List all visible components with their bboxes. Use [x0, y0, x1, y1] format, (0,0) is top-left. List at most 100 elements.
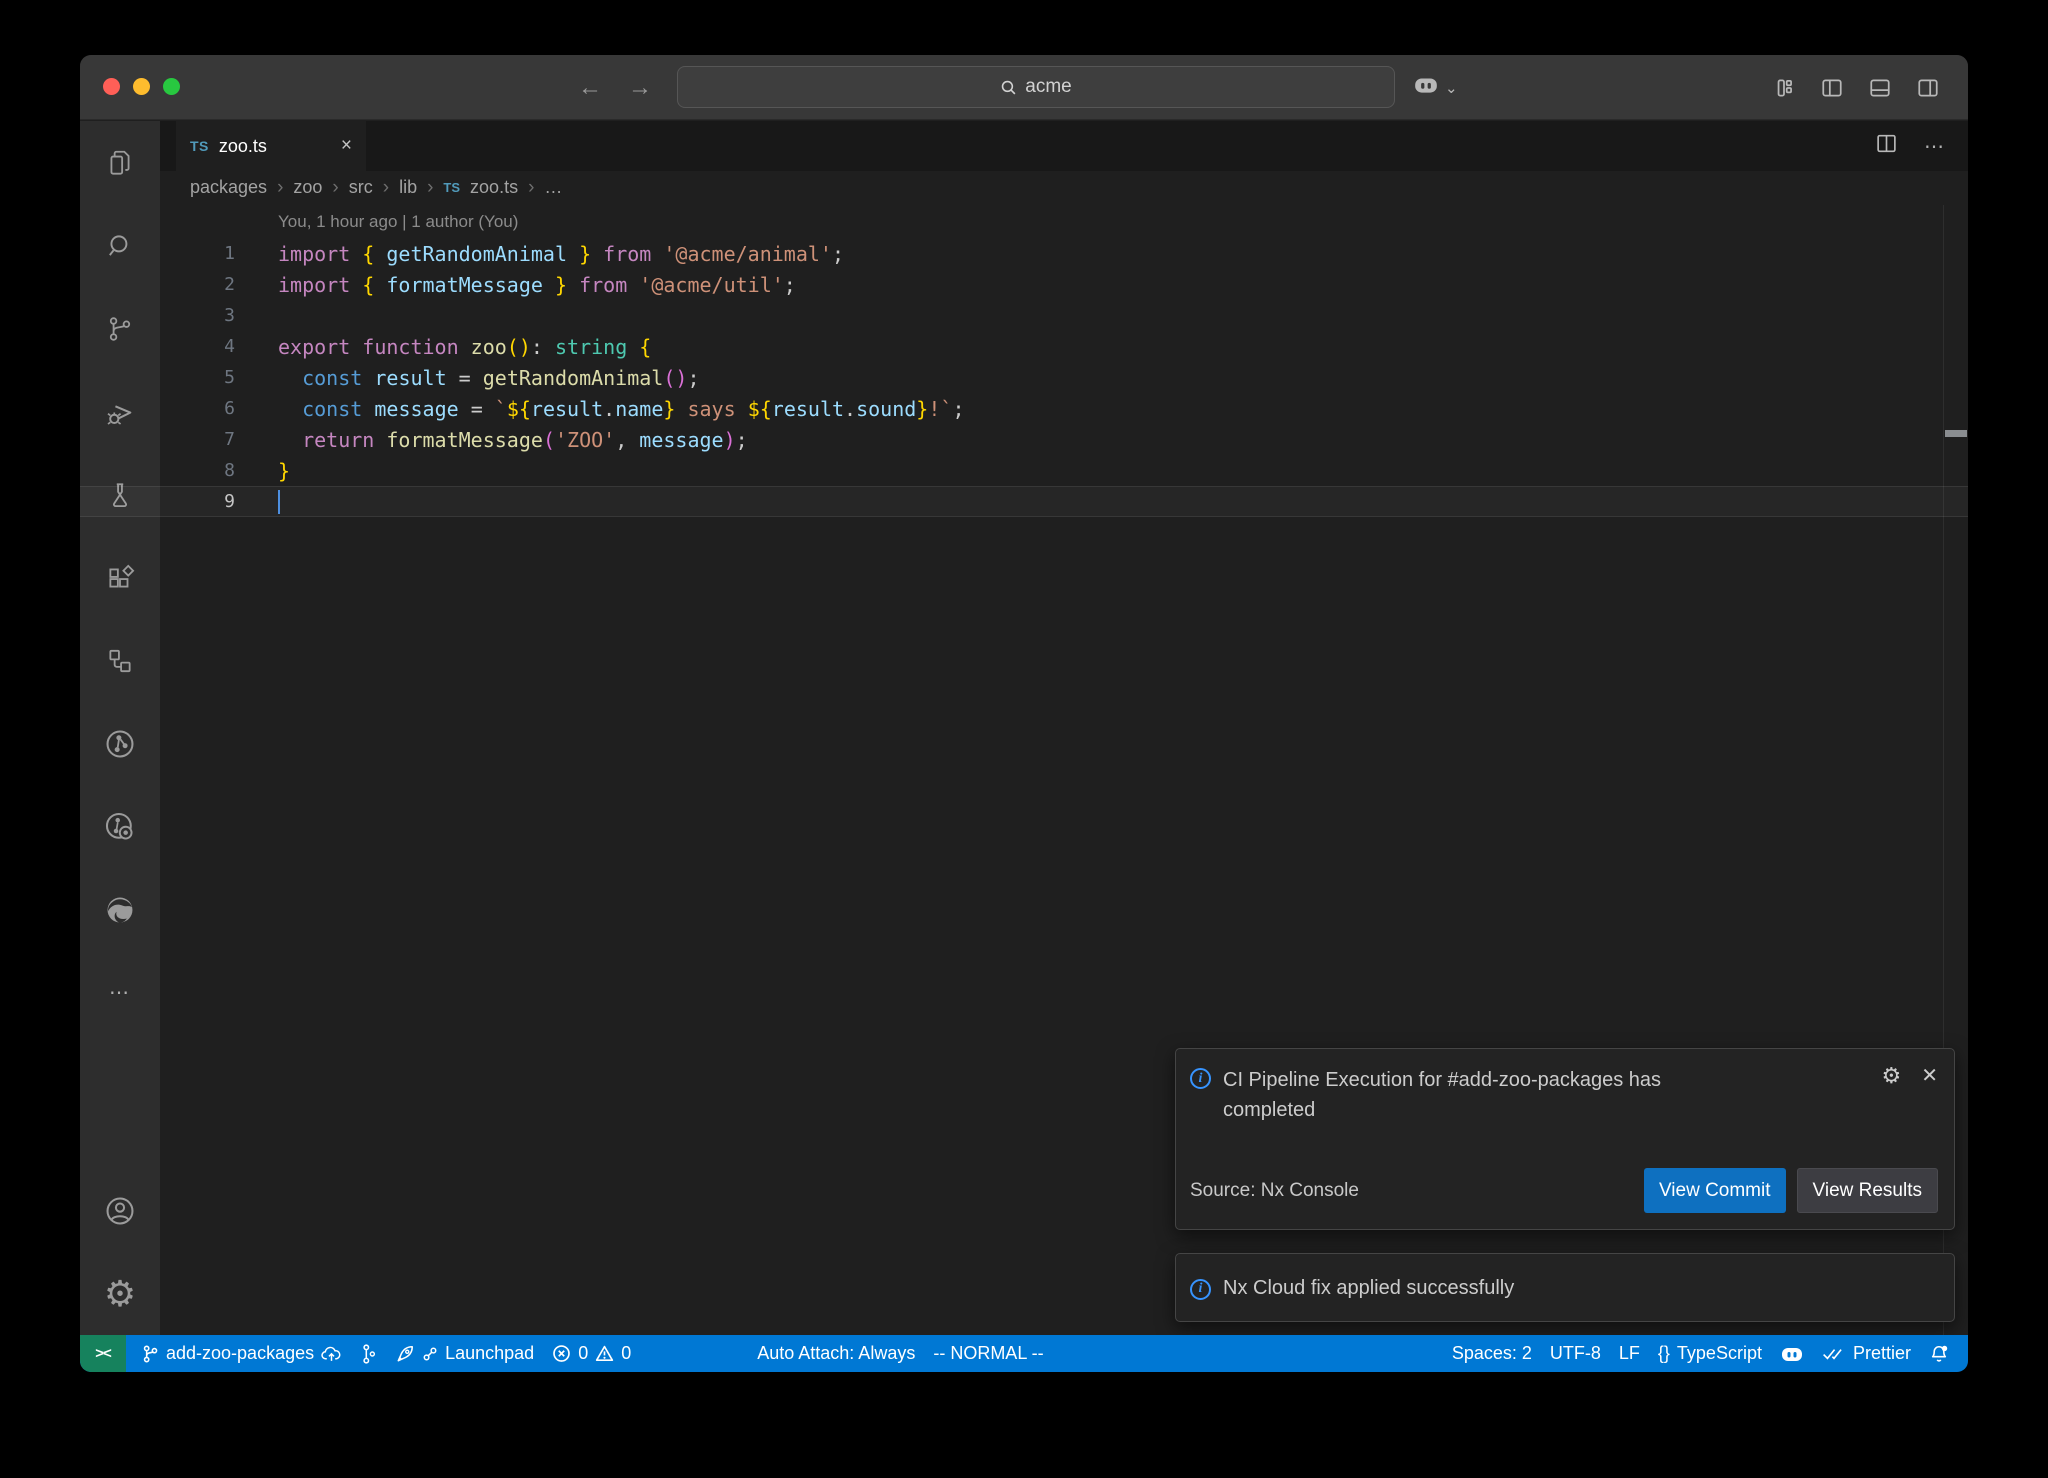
info-icon: i	[1190, 1068, 1211, 1089]
split-editor-icon[interactable]	[1875, 132, 1898, 160]
launchpad-status[interactable]: Launchpad	[386, 1335, 543, 1372]
settings-gear-icon[interactable]: ⚙	[80, 1252, 160, 1335]
breadcrumb-file[interactable]: zoo.ts	[470, 177, 518, 198]
gitlens-inspect-icon[interactable]	[80, 785, 160, 868]
accounts-icon[interactable]	[80, 1169, 160, 1252]
vscode-window: ← → acme ⌄	[80, 55, 1968, 1372]
braces-icon: {}	[1658, 1343, 1670, 1364]
tab-label: zoo.ts	[219, 136, 267, 157]
error-icon	[552, 1344, 571, 1363]
code-line[interactable]: 7 return formatMessage('ZOO', message);	[80, 424, 1968, 455]
line-number: 9	[80, 491, 235, 512]
nav-forward-button[interactable]: →	[628, 74, 652, 102]
line-number: 4	[80, 336, 235, 357]
auto-attach-status[interactable]: Auto Attach: Always	[748, 1335, 924, 1372]
tab-close-icon[interactable]: ×	[341, 135, 352, 157]
line-number: 7	[80, 429, 235, 450]
breadcrumb-symbol-more[interactable]: …	[544, 177, 562, 198]
view-commit-button[interactable]: View Commit	[1644, 1168, 1786, 1213]
breadcrumb: packages › zoo › src › lib › TS zoo.ts ›…	[160, 171, 1968, 204]
double-check-icon	[1822, 1346, 1846, 1362]
formatter-status[interactable]: Prettier	[1813, 1335, 1920, 1372]
remote-indicator[interactable]: ><	[80, 1335, 126, 1372]
line-content: import { formatMessage } from '@acme/uti…	[235, 273, 796, 297]
chevron-right-icon: ›	[383, 177, 389, 199]
close-button[interactable]	[103, 78, 120, 95]
info-icon: i	[1190, 1279, 1211, 1300]
line-content	[235, 489, 280, 515]
copilot-menu[interactable]: ⌄	[1413, 55, 1458, 120]
eol-status[interactable]: LF	[1610, 1335, 1649, 1372]
git-branch-icon	[141, 1344, 159, 1364]
code-line[interactable]: 6 const message = `${result.name} says $…	[80, 393, 1968, 424]
code-line[interactable]: 2import { formatMessage } from '@acme/ut…	[80, 269, 1968, 300]
rocket-icon	[395, 1344, 415, 1364]
code-line[interactable]: 4export function zoo(): string {	[80, 331, 1968, 362]
notification-settings-icon[interactable]: ⚙	[1882, 1065, 1902, 1087]
problems-status[interactable]: 0 0	[543, 1335, 640, 1372]
breadcrumb-item[interactable]: packages	[190, 177, 267, 198]
line-number: 5	[80, 367, 235, 388]
notifications-bell[interactable]	[1920, 1335, 1958, 1372]
line-content: const result = getRandomAnimal();	[235, 366, 700, 390]
code-line[interactable]: 1import { getRandomAnimal } from '@acme/…	[80, 238, 1968, 269]
tab-bar: TS zoo.ts × ⋯	[160, 121, 1968, 171]
toggle-panel-icon[interactable]	[1868, 76, 1892, 100]
additional-views-icon[interactable]: ⋯	[80, 951, 160, 1034]
edge-tools-icon[interactable]	[80, 868, 160, 951]
breadcrumb-item[interactable]: src	[349, 177, 373, 198]
cloud-upload-icon	[321, 1345, 342, 1363]
branch-name: add-zoo-packages	[166, 1343, 314, 1364]
pipeline-icon	[360, 1343, 377, 1365]
tab-zoo-ts[interactable]: TS zoo.ts ×	[176, 121, 366, 171]
extensions-icon[interactable]	[80, 536, 160, 619]
chevron-right-icon: ›	[332, 177, 338, 199]
code-line[interactable]: 8}	[80, 455, 1968, 486]
typescript-file-icon: TS	[443, 180, 460, 195]
copilot-status[interactable]	[1771, 1335, 1813, 1372]
breadcrumb-item[interactable]: zoo	[293, 177, 322, 198]
desktop: ← → acme ⌄	[0, 0, 2048, 1478]
zoom-button[interactable]	[163, 78, 180, 95]
pipeline-status[interactable]	[351, 1335, 386, 1372]
text-cursor	[278, 490, 280, 514]
bell-dot-icon	[1929, 1344, 1949, 1364]
notification-toast-ci-pipeline: i CI Pipeline Execution for #add-zoo-pac…	[1175, 1048, 1955, 1230]
code-editor[interactable]: You, 1 hour ago | 1 author (You) 1import…	[80, 205, 1968, 517]
chevron-down-icon: ⌄	[1445, 79, 1458, 97]
git-branch-status[interactable]: add-zoo-packages	[132, 1335, 351, 1372]
customize-layout-icon[interactable]	[1772, 76, 1796, 100]
blame-annotation: You, 1 hour ago | 1 author (You)	[80, 205, 1968, 238]
line-content: import { getRandomAnimal } from '@acme/a…	[235, 242, 844, 266]
notification-source: Source: Nx Console	[1190, 1180, 1359, 1202]
breadcrumb-item[interactable]: lib	[399, 177, 417, 198]
indentation-status[interactable]: Spaces: 2	[1443, 1335, 1541, 1372]
toggle-primary-sidebar-icon[interactable]	[1820, 76, 1844, 100]
error-count: 0	[578, 1343, 588, 1364]
notification-close-icon[interactable]: ✕	[1921, 1066, 1938, 1086]
project-hierarchy-icon[interactable]	[80, 619, 160, 702]
window-controls	[103, 78, 180, 95]
encoding-status[interactable]: UTF-8	[1541, 1335, 1610, 1372]
minimize-button[interactable]	[133, 78, 150, 95]
explorer-icon[interactable]	[80, 121, 160, 204]
code-line[interactable]: 5 const result = getRandomAnimal();	[80, 362, 1968, 393]
typescript-file-icon: TS	[190, 138, 209, 154]
code-line[interactable]: 3	[80, 300, 1968, 331]
toggle-secondary-sidebar-icon[interactable]	[1916, 76, 1940, 100]
gitlens-icon[interactable]	[80, 702, 160, 785]
overview-ruler-decoration	[1945, 430, 1967, 437]
status-bar: >< add-zoo-packages	[80, 1335, 1968, 1372]
view-results-button[interactable]: View Results	[1797, 1168, 1938, 1213]
line-number: 3	[80, 305, 235, 326]
command-center-search[interactable]: acme	[677, 66, 1395, 108]
code-lines: 1import { getRandomAnimal } from '@acme/…	[80, 238, 1968, 517]
code-line[interactable]: 9	[80, 486, 1968, 517]
notification-message: Nx Cloud fix applied successfully	[1223, 1273, 1514, 1303]
nav-back-button[interactable]: ←	[578, 74, 602, 102]
line-content: export function zoo(): string {	[235, 335, 651, 359]
editor-more-actions-icon[interactable]: ⋯	[1924, 134, 1946, 159]
language-status[interactable]: {} TypeScript	[1649, 1335, 1771, 1372]
warning-count: 0	[621, 1343, 631, 1364]
vim-mode-status[interactable]: -- NORMAL --	[924, 1335, 1052, 1372]
